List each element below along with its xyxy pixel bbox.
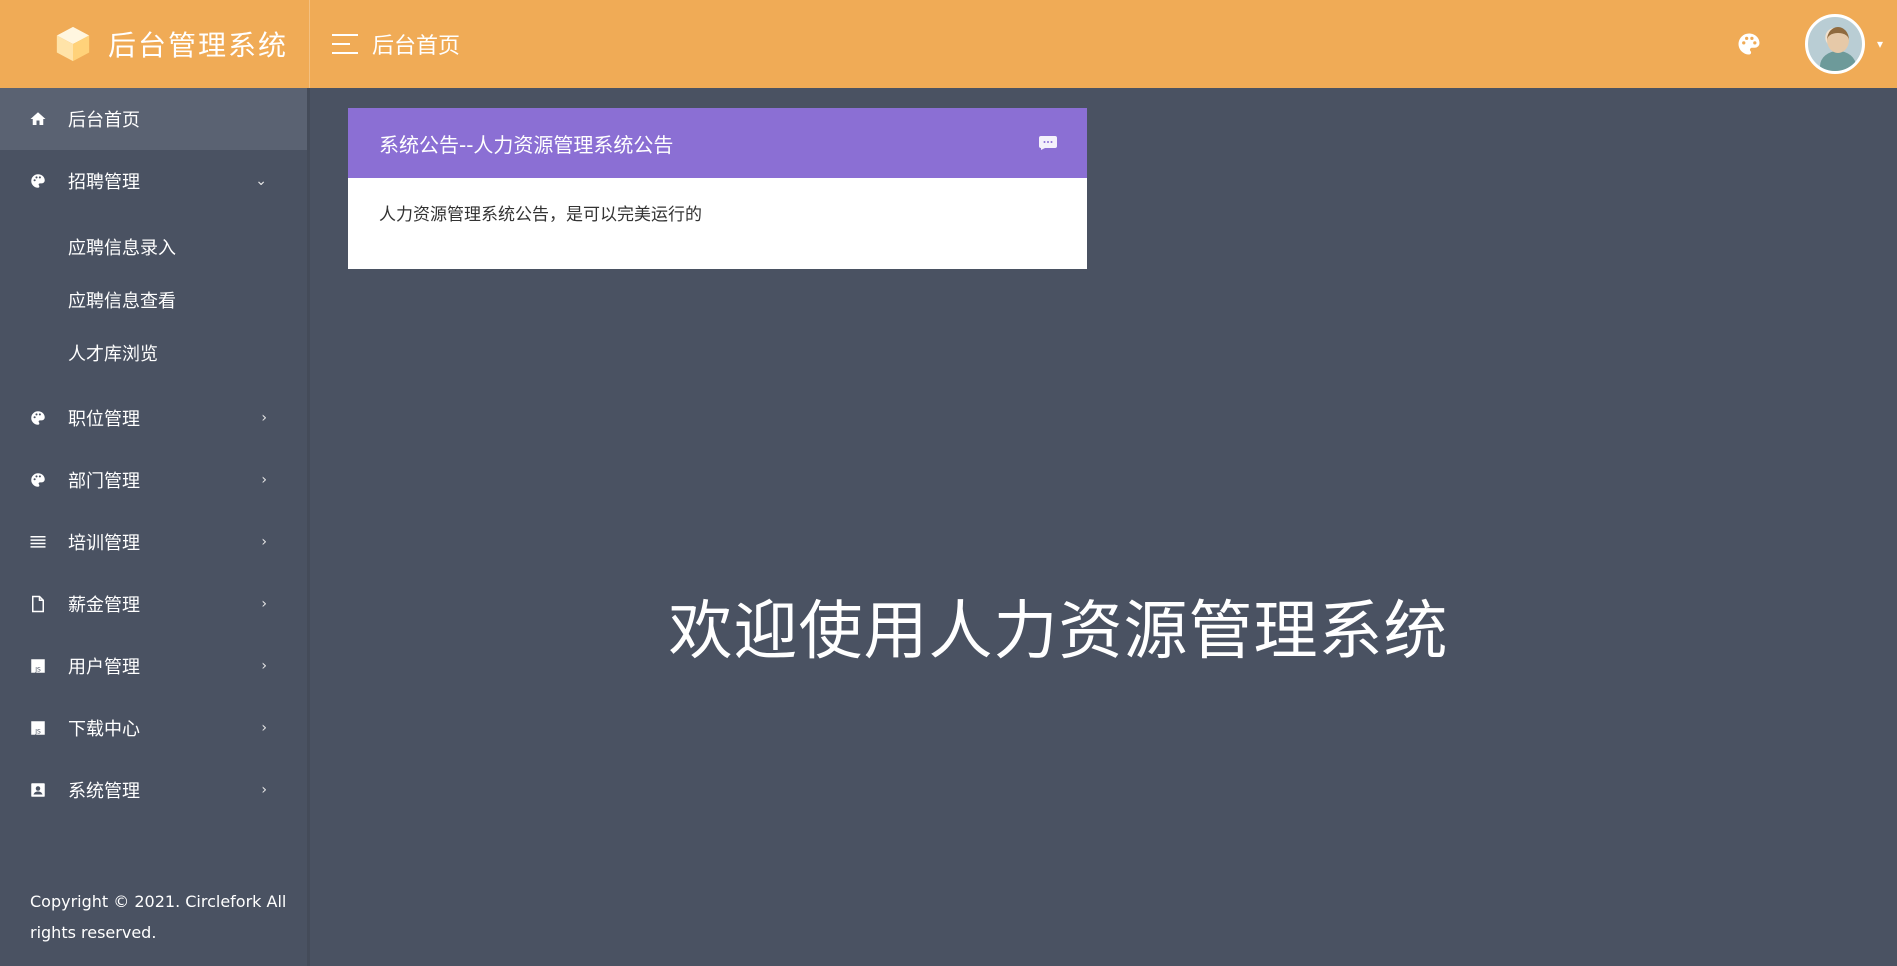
sidebar-item-label: 部门管理: [68, 471, 140, 492]
sidebar-item-salary[interactable]: 薪金管理 ›: [0, 573, 307, 635]
user-avatar[interactable]: [1804, 14, 1865, 74]
sidebar-item-positions[interactable]: 职位管理 ›: [0, 387, 307, 449]
sidebar-item-label: 用户管理: [68, 657, 140, 678]
menu-toggle-button[interactable]: 后台首页: [332, 28, 460, 60]
copyright-text: Copyright © 2021. Circlefork All rights …: [30, 892, 287, 942]
notice-title: 系统公告--人力资源管理系统公告: [379, 132, 674, 157]
submenu-item-applicant-view[interactable]: 应聘信息查看: [0, 273, 307, 326]
notice-body: 人力资源管理系统公告，是可以完美运行的: [379, 205, 702, 225]
sidebar-item-label: 薪金管理: [68, 595, 140, 616]
submenu-item-applicant-entry[interactable]: 应聘信息录入: [0, 220, 307, 273]
top-right-actions: ▾: [1735, 14, 1897, 74]
chevron-right-icon: ›: [261, 596, 267, 612]
list-icon: [28, 532, 48, 552]
brand-title: 后台管理系统: [108, 29, 289, 62]
sidebar-item-label: 后台首页: [68, 110, 140, 131]
sidebar-item-label: 职位管理: [68, 409, 140, 430]
submenu-item-talent-pool[interactable]: 人才库浏览: [0, 326, 307, 379]
chevron-right-icon: ›: [261, 658, 267, 674]
sidebar-item-training[interactable]: 培训管理 ›: [0, 511, 307, 573]
chevron-right-icon: ›: [261, 720, 267, 736]
home-icon: [28, 109, 48, 129]
file-icon: [28, 594, 48, 614]
notice-card-header: 系统公告--人力资源管理系统公告: [348, 108, 1087, 178]
svg-text:JS: JS: [34, 666, 41, 673]
caret-down-icon[interactable]: ▾: [1877, 37, 1883, 51]
sidebar-item-users[interactable]: JS 用户管理 ›: [0, 635, 307, 697]
comment-icon[interactable]: [1039, 136, 1057, 150]
chevron-right-icon: ›: [261, 410, 267, 426]
chevron-right-icon: ›: [261, 472, 267, 488]
js-file-icon: JS: [28, 656, 48, 676]
palette-icon: [28, 408, 48, 428]
sidebar-item-label: 系统管理: [68, 781, 140, 802]
sidebar-item-label: 培训管理: [68, 533, 140, 554]
chevron-right-icon: ›: [261, 782, 267, 798]
breadcrumb-title: 后台首页: [372, 34, 461, 59]
cube-logo-icon: [56, 26, 90, 62]
sidebar-item-downloads[interactable]: JS 下载中心 ›: [0, 697, 307, 759]
welcome-heading: 欢迎使用人力资源管理系统: [668, 595, 1449, 669]
svg-text:JS: JS: [34, 728, 41, 735]
notice-card: 系统公告--人力资源管理系统公告 人力资源管理系统公告，是可以完美运行的: [348, 108, 1087, 269]
brand[interactable]: 后台管理系统: [0, 0, 310, 88]
sidebar-item-recruitment[interactable]: 招聘管理 ⌄: [0, 150, 307, 212]
hamburger-icon: [332, 34, 358, 54]
chevron-down-icon: ⌄: [255, 173, 267, 189]
palette-icon: [28, 470, 48, 490]
top-bar: 后台管理系统 后台首页 ▾: [0, 0, 1897, 88]
js-file-icon: JS: [28, 718, 48, 738]
contact-card-icon: [28, 780, 48, 800]
sidebar-item-label: 下载中心: [68, 719, 140, 740]
theme-palette-icon[interactable]: [1735, 30, 1763, 58]
sidebar-item-home[interactable]: 后台首页: [0, 88, 307, 150]
sidebar: 后台首页 招聘管理 ⌄ 应聘信息录入 应聘信息查看 人才库浏览 职位管理 › 部…: [0, 88, 310, 966]
sidebar-item-departments[interactable]: 部门管理 ›: [0, 449, 307, 511]
sidebar-item-label: 招聘管理: [68, 172, 140, 193]
palette-icon: [28, 171, 48, 191]
sidebar-item-system[interactable]: 系统管理 ›: [0, 759, 307, 821]
recruitment-submenu: 应聘信息录入 应聘信息查看 人才库浏览: [0, 212, 307, 387]
chevron-right-icon: ›: [261, 534, 267, 550]
